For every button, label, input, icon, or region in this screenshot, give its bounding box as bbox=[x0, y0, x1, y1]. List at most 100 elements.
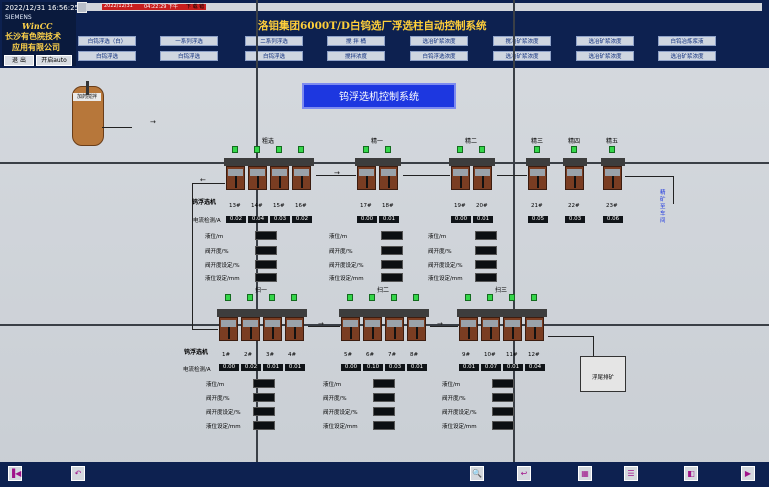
nav-button[interactable]: 白钨浮选 bbox=[245, 51, 303, 61]
motor-indicator[interactable] bbox=[347, 294, 353, 301]
param-display[interactable] bbox=[253, 393, 275, 402]
nav-button[interactable]: 选冶矿浆浓度 bbox=[576, 36, 634, 46]
param-display[interactable] bbox=[492, 421, 514, 430]
flotation-cell[interactable] bbox=[270, 166, 289, 190]
flotation-cell[interactable] bbox=[263, 317, 282, 341]
motor-indicator[interactable] bbox=[465, 294, 471, 301]
param-display[interactable] bbox=[475, 260, 497, 269]
flotation-cell[interactable] bbox=[473, 166, 492, 190]
param-display[interactable] bbox=[492, 393, 514, 402]
param-display[interactable] bbox=[475, 231, 497, 240]
motor-indicator[interactable] bbox=[276, 146, 282, 153]
flotation-cell[interactable] bbox=[357, 166, 376, 190]
flotation-cell[interactable] bbox=[565, 166, 584, 190]
taskbar-button[interactable]: ☰ bbox=[624, 466, 638, 481]
taskbar-button[interactable]: 🔍 bbox=[470, 466, 484, 481]
flotation-cell[interactable] bbox=[292, 166, 311, 190]
param-display[interactable] bbox=[475, 246, 497, 255]
motor-indicator[interactable] bbox=[571, 146, 577, 153]
nav-button[interactable]: 搅 拌 桶 bbox=[327, 36, 385, 46]
motor-indicator[interactable] bbox=[291, 294, 297, 301]
group-label: 粗选 bbox=[262, 138, 275, 145]
motor-indicator[interactable] bbox=[531, 294, 537, 301]
nav-button[interactable]: 白钨浮选浓度 bbox=[410, 51, 468, 61]
nav-button[interactable]: 白钨浮选（白） bbox=[78, 36, 136, 46]
motor-indicator[interactable] bbox=[509, 294, 515, 301]
tailings-label: 浮尾排矿 bbox=[591, 375, 614, 381]
nav-button[interactable]: 白钨冶炼浆液 bbox=[658, 36, 716, 46]
nav-button[interactable]: 选冶矿浆浓度 bbox=[576, 51, 634, 61]
motor-indicator[interactable] bbox=[609, 146, 615, 153]
nav-button[interactable]: 搅冶矿浆浓度 bbox=[493, 36, 551, 46]
motor-indicator[interactable] bbox=[385, 146, 391, 153]
flotation-cell[interactable] bbox=[226, 166, 245, 190]
param-display[interactable] bbox=[373, 407, 395, 416]
auto-button[interactable]: 开启auto bbox=[36, 55, 72, 66]
current-value: 0.00 bbox=[219, 364, 239, 371]
flotation-cell[interactable] bbox=[285, 317, 304, 341]
taskbar-button[interactable]: ◧ bbox=[684, 466, 698, 481]
tailings-box[interactable]: 浮尾排矿 bbox=[580, 356, 626, 392]
motor-indicator[interactable] bbox=[487, 294, 493, 301]
flotation-cell[interactable] bbox=[451, 166, 470, 190]
taskbar-button[interactable]: ▦ bbox=[578, 466, 592, 481]
param-display[interactable] bbox=[475, 273, 497, 282]
param-display[interactable] bbox=[253, 379, 275, 388]
flotation-cell[interactable] bbox=[379, 166, 398, 190]
flotation-cell[interactable] bbox=[481, 317, 500, 341]
nav-button[interactable]: 白钨浮选 bbox=[160, 51, 218, 61]
flotation-cell[interactable] bbox=[525, 317, 544, 341]
flotation-cell[interactable] bbox=[385, 317, 404, 341]
param-display[interactable] bbox=[492, 379, 514, 388]
nav-button[interactable]: 一系列浮选 bbox=[160, 36, 218, 46]
flotation-cell[interactable] bbox=[407, 317, 426, 341]
taskbar-button[interactable]: ▐◀ bbox=[8, 466, 22, 481]
param-display[interactable] bbox=[255, 231, 277, 240]
motor-indicator[interactable] bbox=[254, 146, 260, 153]
motor-indicator[interactable] bbox=[391, 294, 397, 301]
param-display[interactable] bbox=[255, 260, 277, 269]
param-display[interactable] bbox=[253, 407, 275, 416]
param-display[interactable] bbox=[492, 407, 514, 416]
motor-indicator[interactable] bbox=[457, 146, 463, 153]
motor-indicator[interactable] bbox=[369, 294, 375, 301]
param-display[interactable] bbox=[381, 260, 403, 269]
flotation-cell[interactable] bbox=[528, 166, 547, 190]
flotation-cell[interactable] bbox=[341, 317, 360, 341]
exit-button[interactable]: 退 出 bbox=[4, 55, 34, 66]
motor-indicator[interactable] bbox=[479, 146, 485, 153]
taskbar-button[interactable]: ↩ bbox=[517, 466, 531, 481]
motor-indicator[interactable] bbox=[225, 294, 231, 301]
param-display[interactable] bbox=[255, 246, 277, 255]
param-display[interactable] bbox=[373, 393, 395, 402]
nav-button[interactable]: 搅拌浓度 bbox=[327, 51, 385, 61]
motor-indicator[interactable] bbox=[232, 146, 238, 153]
nav-button[interactable]: 选冶矿浆浓度 bbox=[493, 51, 551, 61]
param-display[interactable] bbox=[255, 273, 277, 282]
flotation-cell[interactable] bbox=[248, 166, 267, 190]
motor-indicator[interactable] bbox=[247, 294, 253, 301]
motor-indicator[interactable] bbox=[363, 146, 369, 153]
motor-indicator[interactable] bbox=[413, 294, 419, 301]
taskbar-button[interactable]: ▶ bbox=[741, 466, 755, 481]
flotation-cell[interactable] bbox=[363, 317, 382, 341]
param-display[interactable] bbox=[373, 379, 395, 388]
param-display[interactable] bbox=[381, 273, 403, 282]
flotation-cell[interactable] bbox=[459, 317, 478, 341]
nav-button[interactable]: 选冶矿浆浓度 bbox=[658, 51, 716, 61]
flotation-cell[interactable] bbox=[219, 317, 238, 341]
motor-indicator[interactable] bbox=[269, 294, 275, 301]
nav-button[interactable]: 二系列浮选 bbox=[245, 36, 303, 46]
param-display[interactable] bbox=[381, 231, 403, 240]
param-display[interactable] bbox=[381, 246, 403, 255]
param-display[interactable] bbox=[373, 421, 395, 430]
motor-indicator[interactable] bbox=[534, 146, 540, 153]
nav-button[interactable]: 选冶矿浆浓度 bbox=[410, 36, 468, 46]
flotation-cell[interactable] bbox=[241, 317, 260, 341]
flotation-cell[interactable] bbox=[503, 317, 522, 341]
taskbar-button[interactable]: ↶ bbox=[71, 466, 85, 481]
motor-indicator[interactable] bbox=[298, 146, 304, 153]
param-display[interactable] bbox=[253, 421, 275, 430]
nav-button[interactable]: 白钨浮选 bbox=[78, 51, 136, 61]
flotation-cell[interactable] bbox=[603, 166, 622, 190]
